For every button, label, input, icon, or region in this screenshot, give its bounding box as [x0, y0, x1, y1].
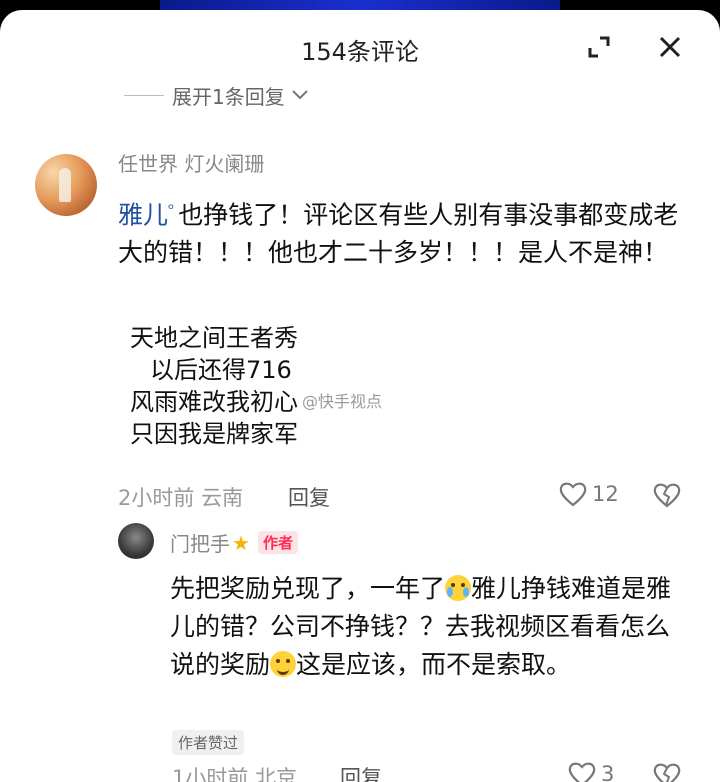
comment-body: 也挣钱了！评论区有些人别有事没事都变成老大的错！！！他也才二十多岁！！！是人不是…	[118, 200, 679, 268]
comments-sheet: 154条评论 展开1条回复 任世界 灯火阑珊 雅儿ᵒ 也挣钱了！评论区有些人别有事…	[0, 10, 720, 782]
poem-line: 以后还得716	[150, 356, 292, 384]
reply-username[interactable]: 门把手	[170, 528, 230, 557]
broken-heart-icon	[653, 483, 681, 508]
expand-replies-link[interactable]: 展开1条回复	[124, 80, 309, 110]
comments-header: 154条评论	[0, 10, 720, 80]
reply-body: 这是应该，而不是索取。	[296, 650, 572, 679]
crying-laughing-emoji-icon	[445, 575, 472, 601]
reply-button[interactable]: 回复	[288, 482, 330, 512]
reply-body: 先把奖励兑现了，一年了	[170, 574, 446, 603]
comment-poem: 天地之间王者秀 以后还得716 风雨难改我初心 只因我是牌家军	[130, 322, 298, 450]
heart-icon	[568, 762, 596, 782]
like-count: 3	[601, 762, 615, 782]
heart-icon	[559, 482, 587, 507]
poem-line: 天地之间王者秀	[130, 324, 298, 352]
reply-username-row: 门把手 ★ 作者	[170, 528, 298, 557]
like-button[interactable]: 12	[558, 480, 619, 508]
reply-text: 先把奖励兑现了，一年了 雅儿挣钱难道是雅儿的错？公司不挣钱？？去我视频区看看怎么说…	[170, 570, 690, 684]
comment-username[interactable]: 任世界 灯火阑珊	[118, 148, 264, 177]
dislike-button[interactable]	[652, 761, 682, 782]
search-icon: ᵒ	[168, 200, 175, 218]
watermark-text: @快手视点	[302, 392, 383, 411]
mention-link[interactable]: 雅儿	[118, 200, 168, 229]
comment-text: 雅儿ᵒ 也挣钱了！评论区有些人别有事没事都变成老大的错！！！他也才二十多岁！！！是…	[118, 190, 698, 272]
close-icon[interactable]	[655, 32, 685, 62]
star-icon: ★	[232, 530, 250, 555]
reply-time-location: 1小时前 北京	[172, 766, 298, 782]
divider	[124, 94, 164, 96]
poem-line: 风雨难改我初心	[130, 388, 298, 416]
reply-avatar[interactable]	[118, 523, 154, 559]
author-badge: 作者	[257, 531, 298, 554]
dislike-button[interactable]	[652, 481, 682, 513]
broken-heart-icon	[653, 763, 681, 782]
watermark: @快手视点	[302, 388, 382, 412]
expand-icon[interactable]	[584, 32, 614, 62]
author-liked-badge: 作者赞过	[172, 730, 245, 755]
avatar[interactable]	[35, 154, 97, 216]
reply-button[interactable]: 回复	[340, 762, 382, 782]
smiling-emoji-icon	[270, 651, 297, 677]
poem-line: 只因我是牌家军	[130, 420, 298, 448]
like-count: 12	[592, 482, 619, 506]
like-button[interactable]: 3	[567, 760, 614, 782]
comment-time-location: 2小时前 云南	[118, 486, 244, 510]
chevron-down-icon	[292, 90, 308, 100]
expand-replies-label: 展开1条回复	[172, 84, 285, 109]
